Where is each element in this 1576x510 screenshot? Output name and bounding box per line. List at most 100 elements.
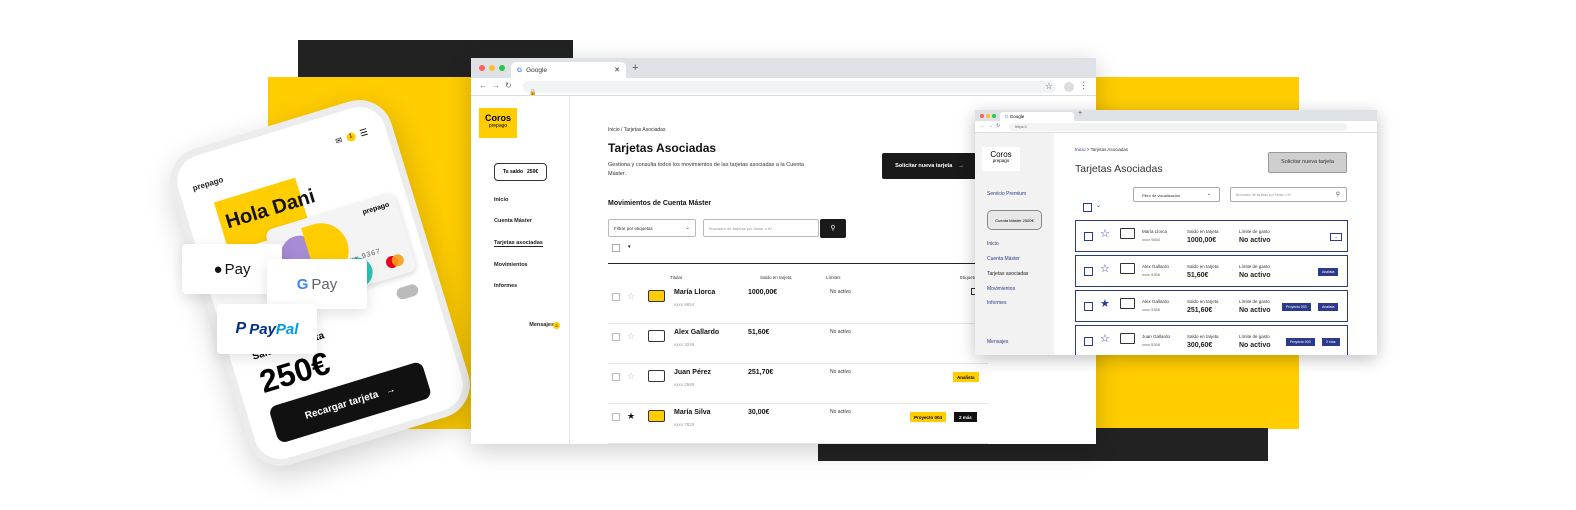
select-all-checkbox[interactable] xyxy=(1083,203,1092,212)
limit-label: Límite de gasto xyxy=(1239,229,1270,234)
google-favicon-icon: G xyxy=(1005,114,1009,119)
card-icon xyxy=(1120,263,1135,274)
close-window-icon[interactable] xyxy=(980,114,984,118)
sidebar-item-mensajes[interactable]: Mensajes xyxy=(494,322,554,328)
messages-badge: 2 xyxy=(553,322,560,329)
sidebar-item-mensajes[interactable]: Mensajes xyxy=(987,339,1008,345)
balance-label: Saldo en tarjeta xyxy=(1187,299,1219,304)
star-icon[interactable]: ☆ xyxy=(1100,334,1110,345)
maximize-window-icon[interactable] xyxy=(992,114,996,118)
close-window-icon[interactable] xyxy=(479,65,485,71)
balance-pill[interactable]: Tu saldo 250€ xyxy=(494,163,547,181)
sidebar-item-informes[interactable]: Informes xyxy=(494,283,517,289)
tag-badge[interactable]: Proyecto 003 xyxy=(1282,303,1311,311)
new-tab-icon[interactable]: + xyxy=(632,62,638,74)
star-icon[interactable]: ☆ xyxy=(1100,229,1110,240)
view-filter-select[interactable]: Filtro de visualización ⌄ xyxy=(1133,187,1220,202)
search-icon: ⚲ xyxy=(830,225,836,232)
row-checkbox[interactable] xyxy=(612,333,620,341)
chevron-down-icon: ⌄ xyxy=(685,225,690,231)
url-field[interactable]: 🔒 xyxy=(523,81,1056,96)
logo[interactable]: Coros prepago xyxy=(982,147,1020,171)
navigation-arrows-icon[interactable]: ←→↻ xyxy=(980,123,1003,129)
sidebar: Coros prepago Tu saldo 250€ Inicio Cuent… xyxy=(471,96,570,444)
sidebar-item-tarjetas-asociadas[interactable]: Tarjetas asociadas xyxy=(987,271,1028,277)
star-filled-icon[interactable]: ★ xyxy=(627,411,635,422)
menu-icon[interactable]: ☰ xyxy=(359,127,370,140)
balance-pill[interactable]: Cuenta Máster 2500€ xyxy=(987,210,1042,230)
row-checkbox[interactable] xyxy=(1084,232,1093,241)
star-icon[interactable]: ☆ xyxy=(627,331,635,342)
row-checkbox[interactable] xyxy=(1084,337,1093,346)
add-tag-badge[interactable]: + xyxy=(1330,233,1343,241)
tag-badge[interactable]: Proyecto 004 xyxy=(910,412,947,422)
close-tab-icon[interactable]: ✕ xyxy=(614,66,620,74)
sidebar-item-informes[interactable]: Informes xyxy=(987,300,1006,306)
table-row[interactable]: ☆ Juan Pérez xxxx 2589 251,70€ No activo… xyxy=(608,364,988,404)
url-field[interactable]: https:// xyxy=(1009,123,1347,131)
sidebar-item-tarjetas-asociadas[interactable]: Tarjetas asociadas xyxy=(494,240,543,247)
sidebar-item-servicio-premium[interactable]: Servicio Premium xyxy=(987,191,1026,197)
browser-tab[interactable]: G Google ✕ xyxy=(511,62,626,78)
select-all-checkbox[interactable] xyxy=(612,244,620,252)
card-icon xyxy=(648,330,665,342)
browser-menu-icon[interactable]: ⋮ xyxy=(1079,80,1088,91)
tag-badge[interactable]: Proyecto 003 xyxy=(1286,338,1315,346)
sidebar-item-cuenta-master[interactable]: Cuenta Máster xyxy=(987,256,1020,262)
search-button[interactable]: ⚲ xyxy=(820,219,846,238)
sidebar-item-movimientos[interactable]: Movimientos xyxy=(987,286,1015,292)
row-checkbox[interactable] xyxy=(1084,302,1093,311)
phone-header-icons: ✉ 1 ☰ xyxy=(334,127,370,147)
breadcrumb-link[interactable]: Inicio xyxy=(1075,147,1086,152)
page-title: Tarjetas Asociadas xyxy=(1075,163,1163,175)
search-input[interactable]: Buscador de tarjetas por titular o ID xyxy=(703,219,819,237)
address-bar-row: ←→↻ 🔒 ☆ ⋮ xyxy=(471,78,1096,96)
minimize-window-icon[interactable] xyxy=(489,65,495,71)
star-icon[interactable]: ☆ xyxy=(627,291,635,302)
table-row[interactable]: ☆ María Llorca xxxx 9654 1000,00€ No act… xyxy=(608,284,988,324)
table-row[interactable]: ★ María Silva xxxx 7820 30,00€ No activo… xyxy=(608,404,988,444)
navigation-arrows-icon[interactable]: ←→↻ xyxy=(479,81,517,90)
browser-tab[interactable]: G Google xyxy=(1000,112,1074,121)
select-all-chevron-icon[interactable]: ⌄ xyxy=(1096,202,1101,209)
row-checkbox[interactable] xyxy=(612,293,620,301)
tag-filter-label: Filtrar por etiquetas xyxy=(614,226,653,231)
row-checkbox[interactable] xyxy=(1084,267,1093,276)
row-name: María Silva xyxy=(674,409,711,416)
logo[interactable]: Coros prepago xyxy=(479,108,517,138)
tag-badge[interactable]: Analista xyxy=(953,372,979,382)
bookmark-star-icon[interactable]: ☆ xyxy=(1045,81,1053,92)
table-row[interactable]: ☆ Alex Gallardo xxxx 3246 51,60€ No acti… xyxy=(608,324,988,364)
tag-filter-select[interactable]: Filtrar por etiquetas ⌄ xyxy=(608,219,696,237)
table-row[interactable]: ☆ Alex Gallardo xxxx 5358 Saldo en tarje… xyxy=(1075,255,1348,287)
table-row[interactable]: ☆ María Llorca xxxx 9654 Saldo en tarjet… xyxy=(1075,220,1348,252)
star-icon[interactable]: ☆ xyxy=(627,371,635,382)
more-tags-badge[interactable]: 2 más xyxy=(954,412,977,422)
sidebar-item-cuenta-master[interactable]: Cuenta Máster xyxy=(494,218,532,224)
select-all-chevron-icon[interactable]: ▾ xyxy=(628,244,631,250)
sidebar-item-inicio[interactable]: Inicio xyxy=(494,197,508,203)
row-checkbox[interactable] xyxy=(612,373,620,381)
minimize-window-icon[interactable] xyxy=(986,114,990,118)
request-card-button[interactable]: Solicitar nueva tarjeta → xyxy=(882,153,977,179)
request-card-button[interactable]: Solicitar nueva tarjeta xyxy=(1268,152,1347,173)
row-checkbox[interactable] xyxy=(612,413,620,421)
sidebar-item-inicio[interactable]: Inicio xyxy=(987,241,999,247)
table-row[interactable]: ☆ Juan Gallardo xxxx 5358 Saldo en tarje… xyxy=(1075,325,1348,355)
sidebar-item-movimientos[interactable]: Movimientos xyxy=(494,262,528,268)
card-toggle[interactable] xyxy=(395,282,420,301)
new-tab-icon[interactable]: + xyxy=(1078,110,1082,117)
logo-name: Coros xyxy=(484,113,511,123)
star-filled-icon[interactable]: ★ xyxy=(1100,299,1110,310)
more-tags-badge[interactable]: 2 más xyxy=(1322,338,1340,346)
tag-badge[interactable]: Analista xyxy=(1318,303,1339,311)
table-row[interactable]: ★ Alex Gallardo xxxx 5358 Saldo en tarje… xyxy=(1075,290,1348,322)
tag-badge[interactable]: Analista xyxy=(1318,268,1339,276)
mail-icon[interactable]: ✉ xyxy=(334,136,343,147)
star-icon[interactable]: ☆ xyxy=(1100,264,1110,275)
search-input[interactable]: Buscador de tarjetas por titular o ID ⚲ xyxy=(1230,187,1347,202)
profile-avatar[interactable] xyxy=(1064,82,1074,92)
maximize-window-icon[interactable] xyxy=(499,65,505,71)
balance-pill-label: Tu saldo xyxy=(502,169,524,175)
breadcrumb[interactable]: Inicio / Tarjetas Asociadas xyxy=(608,127,665,133)
